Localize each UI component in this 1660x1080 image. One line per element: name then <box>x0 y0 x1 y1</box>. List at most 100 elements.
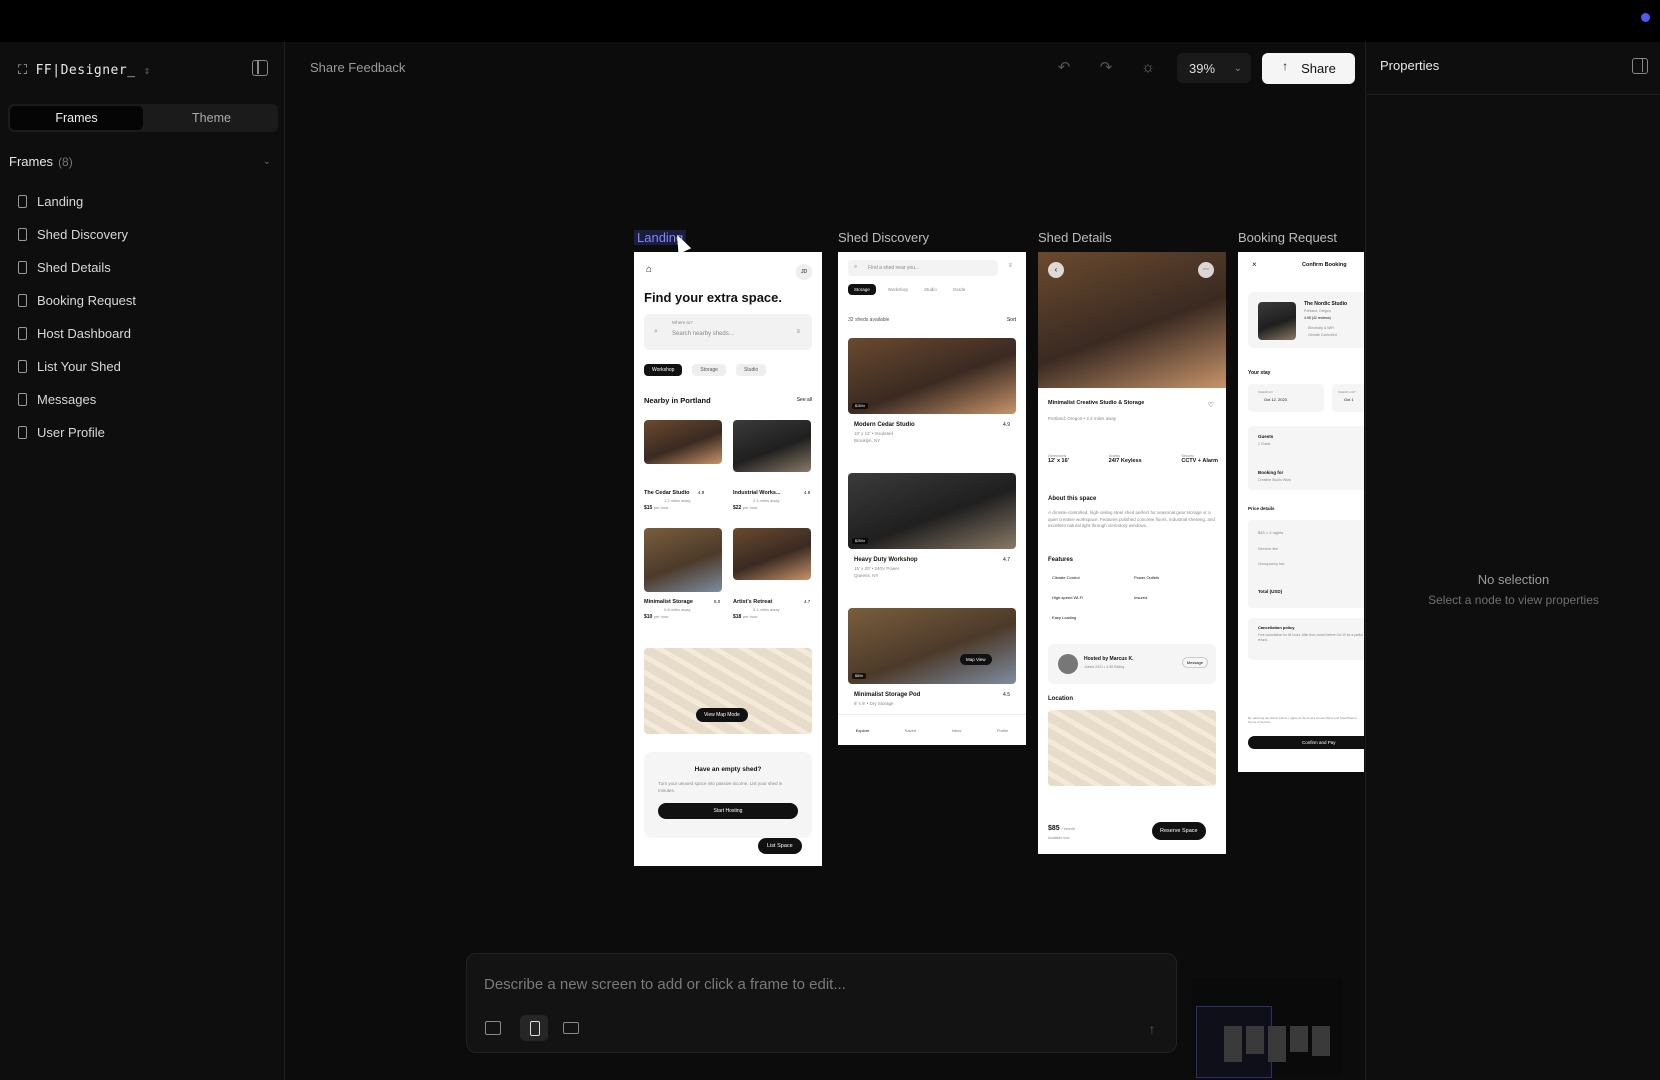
card-rating: 4.8 <box>804 490 811 495</box>
list-space-button[interactable]: List Space <box>758 838 802 854</box>
shed-name: The Nordic Studio <box>1304 301 1348 307</box>
message-button[interactable]: Message <box>1181 657 1208 668</box>
landing-chips: Workshop Storage Studio <box>644 364 767 376</box>
redo-icon[interactable]: ↷ <box>1096 58 1116 78</box>
close-icon[interactable]: × <box>1252 260 1257 269</box>
frame-item-landing[interactable]: Landing <box>18 185 136 218</box>
chip-studio[interactable]: Studio <box>920 284 941 295</box>
frame-shed-details[interactable]: ‹ ⋯ Minimalist Creative Studio & Storage… <box>1038 252 1226 854</box>
listing-card[interactable]: Industrial Works... 2.4 miles away $22 p… <box>733 490 813 511</box>
frame-label-shed-details[interactable]: Shed Details <box>1038 230 1112 245</box>
shed-location: Portland, Oregon <box>1304 309 1331 313</box>
card-distance: 2.4 miles away <box>753 498 780 503</box>
chip-workshop[interactable]: Workshop <box>884 284 912 295</box>
frame-icon <box>18 195 27 208</box>
chevron-down-icon: ⌄ <box>1233 62 1242 74</box>
page-title[interactable]: Share Feedback <box>310 60 405 75</box>
design-canvas[interactable]: Landing Shed Discovery Shed Details Book… <box>286 94 1364 1080</box>
heart-icon[interactable]: ♡ <box>1208 401 1214 409</box>
brand-name: FF|Designer_ <box>35 62 136 78</box>
share-button[interactable]: Share <box>1262 53 1355 84</box>
sort-button[interactable]: Sort <box>1007 317 1016 323</box>
view-map-button[interactable]: View Map Mode <box>696 708 748 722</box>
filter-icon[interactable]: ≡ <box>796 329 800 335</box>
frame-item-user-profile[interactable]: User Profile <box>18 416 136 449</box>
frame-item-messages[interactable]: Messages <box>18 383 136 416</box>
frame-label-shed-discovery[interactable]: Shed Discovery <box>838 230 929 245</box>
map-view-button[interactable]: Map View <box>960 654 992 665</box>
undo-icon[interactable]: ↶ <box>1054 58 1074 78</box>
mobile-mode-icon[interactable] <box>520 1015 548 1041</box>
card-price-unit: per hour <box>653 505 669 510</box>
top-bar <box>0 0 1660 42</box>
search-placeholder: Search nearby sheds... <box>672 331 734 337</box>
send-arrow-icon[interactable]: ↑ <box>1144 1021 1160 1037</box>
listing-image <box>848 608 1016 684</box>
cancel-text: Free cancellation for 48 hours. After th… <box>1258 633 1363 642</box>
frame-icon <box>18 228 27 241</box>
empty-state-title: No selection <box>1477 572 1550 587</box>
tab-theme[interactable]: Theme <box>145 104 278 132</box>
brand[interactable]: ⛶ FF|Designer_ ⇕ <box>18 58 151 82</box>
guests-label: Guests <box>1258 434 1274 439</box>
collapse-sidebar-icon[interactable] <box>252 60 268 76</box>
listing-name[interactable]: Modern Cedar Studio <box>854 422 915 428</box>
frame-booking-request[interactable]: × Confirm Booking The Nordic Studio Port… <box>1238 252 1364 772</box>
tab-frames[interactable]: Frames <box>10 106 143 130</box>
discovery-search[interactable]: ⌕ Find a shed near you... <box>848 260 998 276</box>
chip-storage[interactable]: Storage <box>848 284 876 295</box>
landing-search[interactable]: Where to? ⌕ Search nearby sheds... ≡ <box>644 314 812 350</box>
divider <box>1366 94 1660 95</box>
frame-item-shed-details[interactable]: Shed Details <box>18 251 136 284</box>
frame-item-label: Landing <box>37 194 84 209</box>
nav-inbox[interactable]: Inbox <box>952 728 962 733</box>
checkin-field[interactable]: CHECK-IN Oct 12, 2023 <box>1248 384 1324 412</box>
guests-value: 1 Guest <box>1258 442 1271 446</box>
price-block: $85 / month <box>1048 825 1075 832</box>
listing-card[interactable]: The Cedar Studio 1.2 miles away $15 per … <box>644 490 724 511</box>
frame-landing[interactable]: ⌂ JD Find your extra space. Where to? ⌕ … <box>634 252 822 866</box>
booking-title: Confirm Booking <box>1302 262 1347 268</box>
price-badge: $8/hr <box>852 673 866 679</box>
confirm-pay-button[interactable]: Confirm and Pay <box>1248 736 1364 749</box>
start-hosting-button[interactable]: Start Hosting <box>658 802 798 819</box>
frame-item-list-your-shed[interactable]: List Your Shed <box>18 350 136 383</box>
chip-storage[interactable]: Storage <box>692 364 726 376</box>
spec-value: 24/7 Keyless <box>1108 458 1142 464</box>
frame-shed-discovery[interactable]: ⌕ Find a shed near you... ≡ Storage Work… <box>838 252 1026 745</box>
nav-explore[interactable]: Explore <box>856 728 870 733</box>
minimap[interactable] <box>1192 978 1342 1078</box>
collapse-panel-icon[interactable] <box>1632 58 1648 74</box>
image-upload-icon[interactable] <box>485 1021 501 1035</box>
card-price-unit: per hour <box>742 505 758 510</box>
nav-profile[interactable]: Profile <box>997 728 1008 733</box>
frames-section-header[interactable]: Frames (8) ⌄ <box>9 154 271 169</box>
guests-section[interactable]: Guests 1 Guest Booking for Creative Stud… <box>1248 426 1364 490</box>
frame-label-booking-request[interactable]: Booking Request <box>1238 230 1337 245</box>
listing-card[interactable]: Artist's Retreat 3.1 miles away $18 per … <box>733 599 813 620</box>
nav-saved[interactable]: Saved <box>905 728 916 733</box>
chip-garden[interactable]: Garde <box>949 284 970 295</box>
frame-item-shed-discovery[interactable]: Shed Discovery <box>18 218 136 251</box>
chip-studio[interactable]: Studio <box>735 364 767 376</box>
back-icon[interactable]: ‹ <box>1048 262 1064 278</box>
more-icon[interactable]: ⋯ <box>1198 262 1214 278</box>
avatar[interactable]: JD <box>796 264 812 280</box>
filter-icon[interactable]: ≡ <box>1008 263 1012 269</box>
frame-item-booking-request[interactable]: Booking Request <box>18 284 136 317</box>
zoom-select[interactable]: 39% ⌄ <box>1177 53 1251 83</box>
search-icon: ⌕ <box>654 328 658 335</box>
frame-item-host-dashboard[interactable]: Host Dashboard <box>18 317 136 350</box>
checkout-field[interactable]: CHECK-OUT Oct 1 <box>1332 384 1364 412</box>
desktop-mode-icon[interactable] <box>556 1015 584 1041</box>
listing-name[interactable]: Heavy Duty Workshop <box>854 557 918 563</box>
card-price: $18 <box>733 614 742 620</box>
see-all-link[interactable]: See all <box>797 397 812 403</box>
listing-card[interactable]: Minimalist Storage 0.8 miles away $10 pe… <box>644 599 724 620</box>
reserve-button[interactable]: Reserve Space <box>1152 822 1206 840</box>
theme-toggle-icon[interactable]: ☼ <box>1138 58 1158 78</box>
listing-name[interactable]: Minimalist Storage Pod <box>854 692 920 698</box>
prompt-input[interactable] <box>484 972 1144 996</box>
location-map[interactable] <box>1048 710 1216 786</box>
chip-workshop[interactable]: Workshop <box>644 364 683 376</box>
